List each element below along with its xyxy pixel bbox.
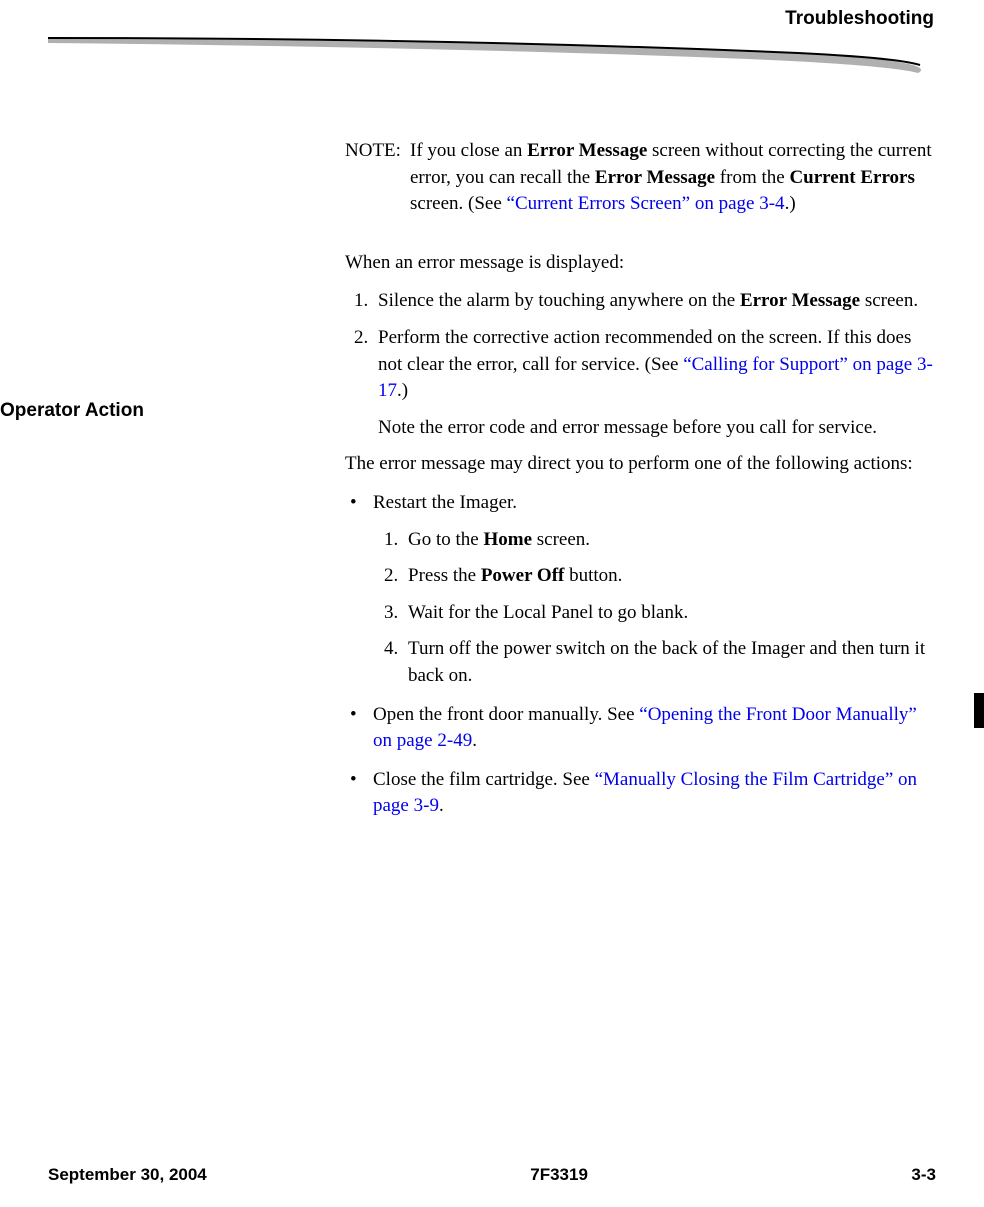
footer-doc-id: 7F3319 (530, 1163, 588, 1187)
bullet-item: Close the film cartridge. See “Manually … (345, 767, 940, 820)
step-text: screen. (860, 290, 918, 311)
header-swoosh-graphic (48, 35, 936, 80)
nested-step: Turn off the power switch on the back of… (403, 636, 940, 689)
step-item: Silence the alarm by touching anywhere o… (373, 288, 940, 315)
bullet-item: Restart the Imager. Go to the Home scree… (345, 490, 940, 690)
action-bullets: Restart the Imager. Go to the Home scree… (345, 490, 940, 820)
nested-text: Press the (408, 565, 481, 586)
content-area: Operator Action NOTE: If you close an Er… (0, 138, 984, 832)
mid-text: The error message may direct you to perf… (345, 451, 940, 478)
section-title: Troubleshooting (785, 6, 934, 33)
footer-page-number: 3-3 (911, 1163, 936, 1187)
intro-text: When an error message is displayed: (345, 250, 940, 277)
note-text: .) (785, 193, 796, 214)
step-sub-note: Note the error code and error message be… (378, 415, 940, 442)
footer-date: September 30, 2004 (48, 1163, 207, 1187)
main-column: NOTE: If you close an Error Message scre… (345, 138, 940, 820)
note-label: NOTE: (345, 138, 410, 218)
note-bold: Current Errors (789, 167, 914, 188)
primary-steps-list: Silence the alarm by touching anywhere o… (373, 288, 940, 441)
note-bold: Error Message (527, 140, 647, 161)
page-tab-marker (974, 693, 984, 728)
bullet-text: . (472, 730, 477, 751)
note-body: If you close an Error Message screen wit… (410, 138, 940, 218)
step-text: Silence the alarm by touching anywhere o… (378, 290, 740, 311)
note-bold: Error Message (595, 167, 715, 188)
nested-step: Wait for the Local Panel to go blank. (403, 600, 940, 627)
nested-text: Go to the (408, 529, 483, 550)
bullet-text: Restart the Imager. (373, 492, 517, 513)
bullet-text: Open the front door manually. See (373, 704, 639, 725)
footer-row: September 30, 2004 7F3319 3-3 (48, 1163, 936, 1187)
nested-step: Press the Power Off button. (403, 563, 940, 590)
bullet-text: Close the film cartridge. See (373, 769, 595, 790)
page-footer: September 30, 2004 7F3319 3-3 (0, 1163, 984, 1187)
nested-bold: Home (483, 529, 532, 550)
nested-step: Go to the Home screen. (403, 527, 940, 554)
nested-bold: Power Off (481, 565, 565, 586)
step-text: .) (397, 380, 408, 401)
bullet-item: Open the front door manually. See “Openi… (345, 702, 940, 755)
note-text: screen. (See (410, 193, 507, 214)
note-text: If you close an (410, 140, 527, 161)
note-block: NOTE: If you close an Error Message scre… (345, 138, 940, 218)
step-item: Perform the corrective action recommende… (373, 325, 940, 441)
note-text: from the (715, 167, 789, 188)
nested-text: screen. (532, 529, 590, 550)
link-current-errors-screen[interactable]: “Current Errors Screen” on page 3-4 (507, 193, 785, 214)
nested-text: button. (564, 565, 622, 586)
bullet-text: . (439, 795, 444, 816)
sidebar-heading: Operator Action (0, 398, 144, 425)
step-bold: Error Message (740, 290, 860, 311)
nested-steps: Go to the Home screen. Press the Power O… (403, 527, 940, 690)
